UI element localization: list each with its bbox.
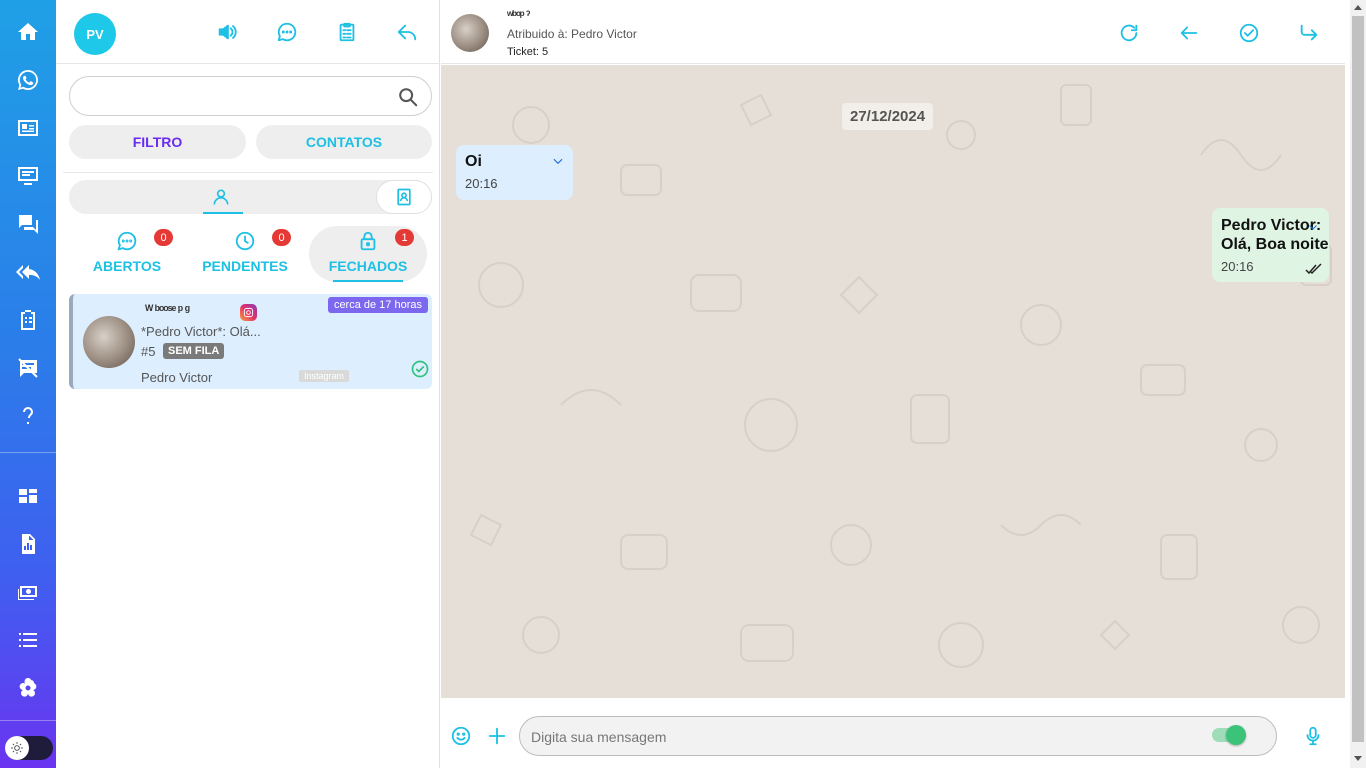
lock-icon [357,230,379,252]
volume-icon[interactable] [215,20,239,44]
transfer-icon[interactable] [1297,21,1321,45]
report-icon[interactable] [0,524,56,564]
reply-all-icon[interactable] [0,252,56,292]
date-separator: 27/12/2024 [842,103,934,130]
contact-avatar[interactable] [451,14,489,52]
clipboard-icon[interactable] [0,300,56,340]
add-attachment-icon[interactable] [485,724,509,748]
ticket-last-message: *Pedro Victor*: Olá... [141,324,261,339]
chevron-down-icon[interactable] [1307,220,1319,232]
active-tab-underline [333,280,403,282]
help-icon[interactable] [0,396,56,436]
pending-count-badge: 0 [272,229,291,246]
tab-closed[interactable]: 1 FECHADOS [309,226,427,282]
tickets-panel: PV FILTRO CONTATOS 0 ABERTOS 0 PENDENTES… [56,0,440,768]
outgoing-message[interactable]: Pedro Victor: Olá, Boa noite 20:16 [1212,208,1329,282]
signature-toggle[interactable] [1212,725,1246,745]
open-count-badge: 0 [154,229,173,246]
list-icon[interactable] [0,620,56,660]
chat-bubble-icon [116,230,138,252]
microphone-icon[interactable] [1301,724,1325,748]
home-icon[interactable] [0,12,56,52]
toggle-knob [1226,725,1246,745]
ticket-list-item[interactable]: ᵂ ᵇᵒᵒˢᵉ ᵖ ᵍ cerca de 17 horas *Pedro Vic… [69,294,432,389]
tab-open[interactable]: 0 ABERTOS [68,226,186,282]
emoji-icon[interactable] [449,724,473,748]
chat-header: ʷᵇᵒᵖ ˀ Atribuido à: Pedro Victor Ticket:… [441,0,1345,64]
search-icon[interactable] [397,86,419,108]
ticket-number: #5 [141,344,156,359]
scroll-up-arrow[interactable] [1354,5,1362,10]
assigned-to: Atribuido à: Pedro Victor [507,27,637,41]
arrow-left-icon[interactable] [1177,21,1201,45]
chat-area: ʷᵇᵒᵖ ˀ Atribuido à: Pedro Victor Ticket:… [441,0,1345,768]
reply-icon[interactable] [395,20,419,44]
comment-off-icon[interactable] [0,348,56,388]
theme-toggle[interactable] [5,736,53,760]
clipboard-list-icon[interactable] [335,20,359,44]
nav-rail [0,0,56,768]
money-icon[interactable] [0,572,56,612]
user-avatar[interactable]: PV [74,13,116,55]
scroll-down-arrow[interactable] [1354,756,1362,761]
tab-label: PENDENTES [202,258,288,274]
dashboard-icon[interactable] [0,476,56,516]
contact-card-icon[interactable] [0,108,56,148]
incoming-message[interactable]: Oi 20:16 [456,145,573,200]
ticket-label: Ticket: 5 [507,46,549,58]
filter-button[interactable]: FILTRO [69,125,246,159]
view-segment [69,180,432,214]
message-composer [441,698,1345,768]
tab-label: FECHADOS [328,258,408,274]
check-circle-icon [410,359,430,379]
ticket-avatar [83,316,135,368]
message-text: Olá, Boa noite [1221,236,1329,253]
message-input[interactable] [531,725,1191,749]
monitor-icon[interactable] [0,156,56,196]
page-scrollbar[interactable] [1350,0,1366,768]
tab-pending[interactable]: 0 PENDENTES [186,226,304,282]
wallpaper-pattern [469,84,1332,668]
rail-divider [0,452,56,453]
tab-label: ABERTOS [92,258,162,274]
panel-header: PV [56,0,440,64]
channel-badge: Instagram [299,370,350,382]
search-input[interactable] [84,85,384,109]
message-time: 20:16 [465,176,498,191]
instagram-icon [240,304,257,321]
rail-divider-bottom [0,720,56,721]
chevron-down-icon[interactable] [551,154,565,168]
contact-book-icon[interactable] [376,180,432,214]
whatsapp-icon[interactable] [0,60,56,100]
reopen-icon[interactable] [1117,21,1141,45]
check-circle-icon[interactable] [1237,21,1261,45]
chat-dots-icon[interactable] [275,20,299,44]
sun-icon [5,736,29,760]
contacts-button[interactable]: CONTATOS [256,125,432,159]
closed-count-badge: 1 [395,229,414,246]
message-time: 20:16 [1221,259,1254,274]
message-input-box [519,716,1277,756]
message-text: Oi [465,153,482,170]
queue-badge: SEM FILA [163,343,225,359]
double-check-icon [1305,262,1323,275]
clock-icon [234,230,256,252]
ticket-assigned-user: Pedro Victor [141,370,213,385]
divider [63,172,433,173]
flower-settings-icon[interactable] [0,668,56,708]
chat-icon[interactable] [0,204,56,244]
message-list: 27/12/2024 Oi 20:16 Pedro Victor: Olá, B… [441,65,1345,698]
ticket-time-badge: cerca de 17 horas [327,297,428,313]
search-box [69,76,432,116]
contact-name: ʷᵇᵒᵖ ˀ [507,8,530,22]
scroll-thumb[interactable] [1352,16,1364,742]
segment-underline [203,212,243,214]
my-tickets-icon[interactable] [201,186,241,208]
ticket-contact-name: ᵂ ᵇᵒᵒˢᵉ ᵖ ᵍ [145,302,190,317]
